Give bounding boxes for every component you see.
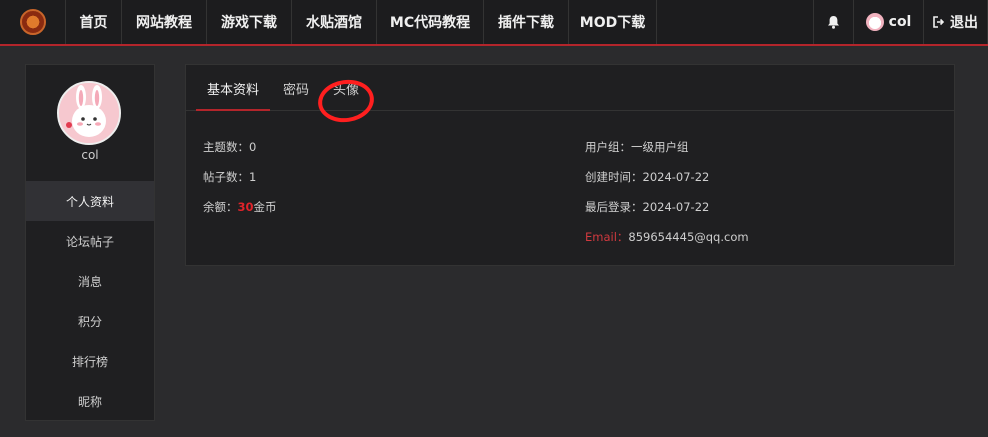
logo-emblem-icon xyxy=(19,9,46,35)
balance-value: 30 xyxy=(237,200,254,214)
nav-user-area: col 退出 xyxy=(813,0,988,44)
balance-label: 余额： xyxy=(203,200,238,214)
nav-username: col xyxy=(888,14,912,30)
user-group: 用户组：一级用户组 xyxy=(585,139,689,155)
tab-basic-info[interactable]: 基本资料 xyxy=(196,65,270,111)
nav-plugin-downloads[interactable]: 插件下载 xyxy=(484,0,569,44)
top-navbar: 首页 网站教程 游戏下载 水贴酒馆 MC代码教程 插件下载 MOD下载 col … xyxy=(0,0,988,46)
balance: 余额：30金币 xyxy=(203,199,277,215)
topics-value: 0 xyxy=(249,140,257,154)
last-login-label: 最后登录： xyxy=(585,200,643,214)
active-tab-indicator xyxy=(196,109,270,111)
site-logo[interactable] xyxy=(0,0,66,44)
last-login: 最后登录：2024-07-22 xyxy=(585,199,709,215)
posts-label: 帖子数： xyxy=(203,170,249,184)
sidebar-item-leaderboard[interactable]: 排行榜 xyxy=(26,341,154,381)
sidebar-item-points[interactable]: 积分 xyxy=(26,301,154,341)
nav-mod-downloads[interactable]: MOD下载 xyxy=(569,0,657,44)
profile-panel: 基本资料 密码 头像 主题数：0 帖子数：1 余额：30金币 用户组：一级用户组… xyxy=(185,64,955,266)
avatar[interactable] xyxy=(57,81,121,145)
tab-avatar[interactable]: 头像 xyxy=(326,65,366,111)
logout-label: 退出 xyxy=(950,15,978,31)
topics-label: 主题数： xyxy=(203,140,249,154)
email-value: 859654445@qq.com xyxy=(628,230,749,244)
email: Email：859654445@qq.com xyxy=(585,229,749,245)
user-menu-button[interactable]: col xyxy=(854,0,924,44)
created-label: 创建时间： xyxy=(585,170,643,184)
profile-tabs: 基本资料 密码 头像 xyxy=(186,65,954,111)
posts-count: 帖子数：1 xyxy=(203,169,256,185)
profile-sidebar: col 个人资料 论坛帖子 消息 积分 排行榜 昵称 xyxy=(25,64,155,421)
avatar-small xyxy=(865,13,884,31)
topics-count: 主题数：0 xyxy=(203,139,256,155)
tab-password[interactable]: 密码 xyxy=(276,65,316,111)
email-label: Email： xyxy=(585,230,629,244)
sidebar-username: col xyxy=(81,148,99,162)
logout-icon xyxy=(933,16,945,28)
created-value: 2024-07-22 xyxy=(642,170,710,184)
nav-mc-code-tutorials[interactable]: MC代码教程 xyxy=(377,0,484,44)
posts-value: 1 xyxy=(249,170,257,184)
rabbit-avatar-icon xyxy=(59,83,119,143)
nav-home[interactable]: 首页 xyxy=(66,0,122,44)
nav-game-downloads[interactable]: 游戏下载 xyxy=(207,0,292,44)
sidebar-item-messages[interactable]: 消息 xyxy=(26,261,154,301)
sidebar-item-nickname[interactable]: 昵称 xyxy=(26,381,154,421)
notification-button[interactable] xyxy=(814,0,854,44)
created-time: 创建时间：2024-07-22 xyxy=(585,169,709,185)
balance-unit: 金币 xyxy=(253,200,277,214)
nav-water-tavern[interactable]: 水贴酒馆 xyxy=(292,0,377,44)
group-value: 一级用户组 xyxy=(631,140,689,154)
sidebar-item-profile[interactable]: 个人资料 xyxy=(26,181,154,221)
logout-button[interactable]: 退出 xyxy=(924,0,988,44)
bell-icon xyxy=(828,16,839,29)
sidebar-item-forum-posts[interactable]: 论坛帖子 xyxy=(26,221,154,261)
group-label: 用户组： xyxy=(585,140,631,154)
nav-site-tutorials[interactable]: 网站教程 xyxy=(122,0,207,44)
last-login-value: 2024-07-22 xyxy=(642,200,710,214)
